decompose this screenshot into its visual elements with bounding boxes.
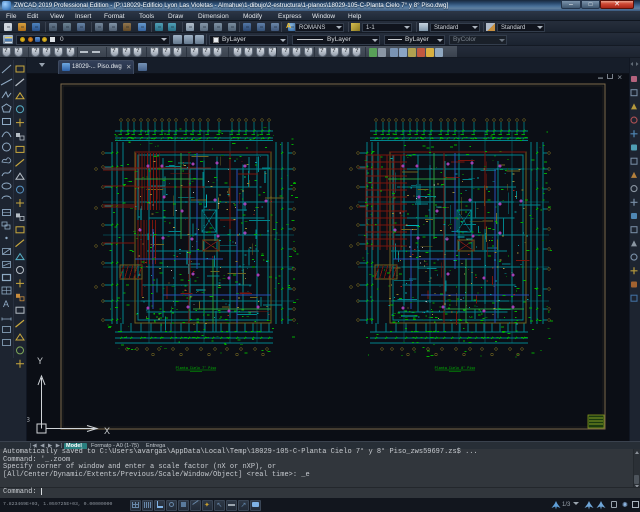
svg-text:A: A [3, 299, 9, 309]
svg-text:✕: ✕ [617, 75, 622, 82]
svg-text:X: X [104, 426, 110, 436]
svg-text:Y: Y [37, 356, 43, 366]
svg-text:3: 3 [27, 417, 30, 424]
